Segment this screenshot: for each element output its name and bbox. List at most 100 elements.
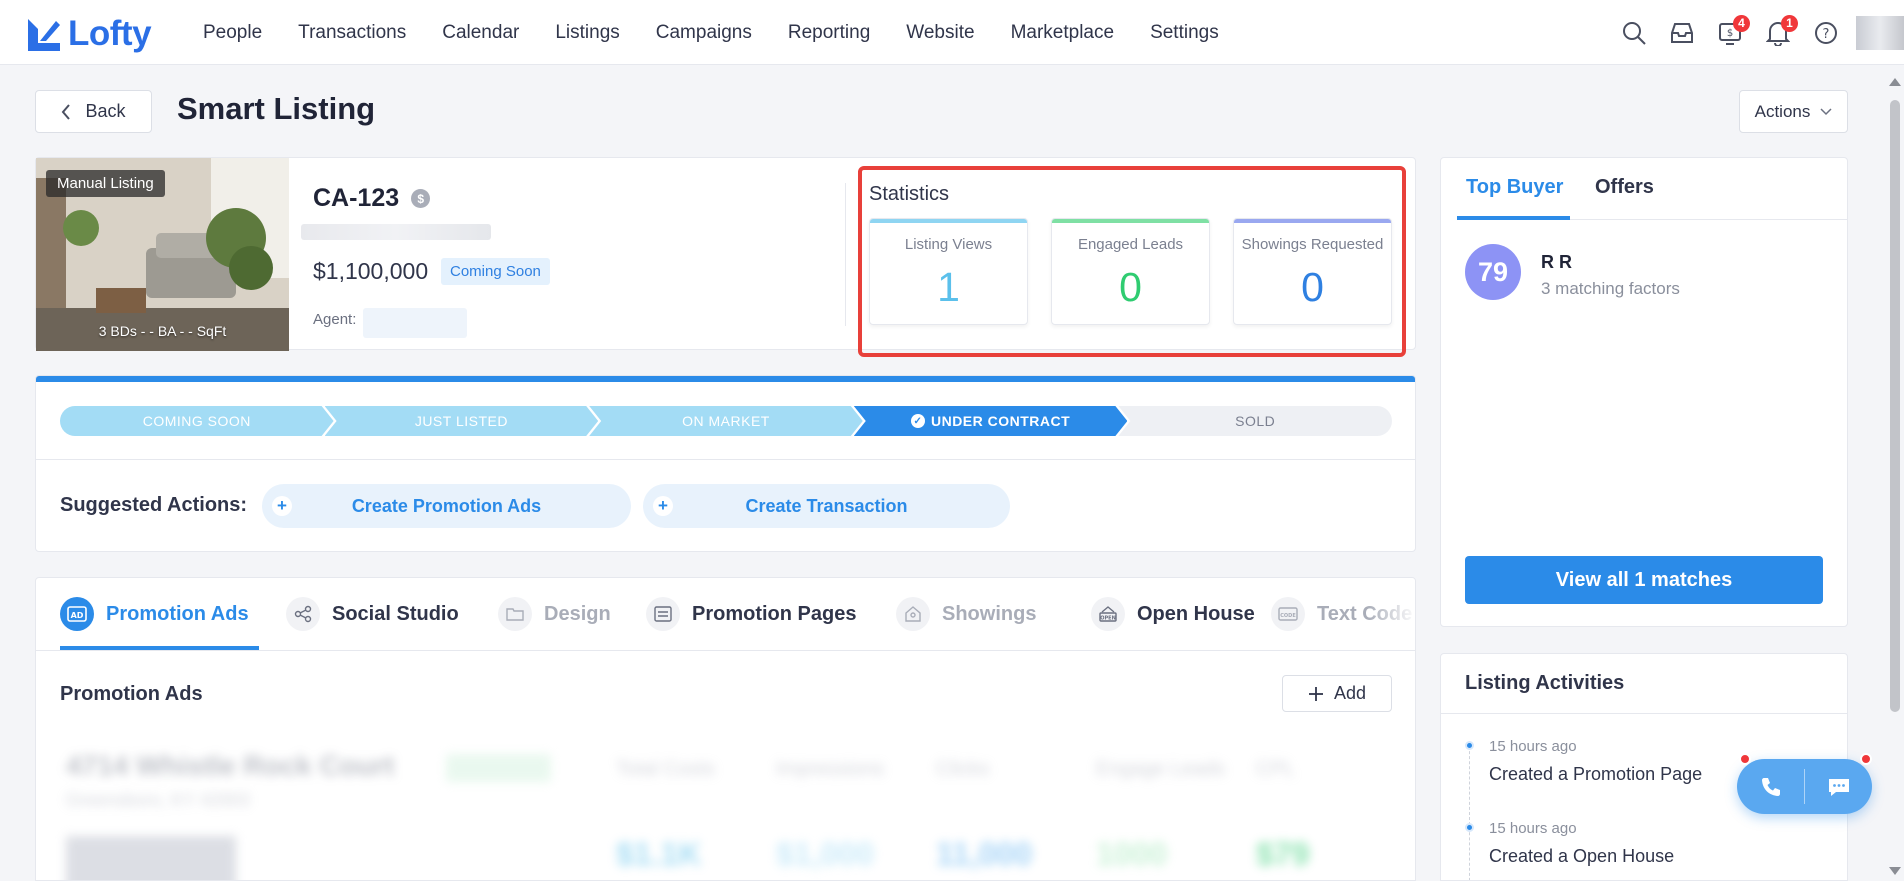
nav-transactions[interactable]: Transactions [298,22,406,44]
tab-top-buyer[interactable]: Top Buyer [1466,176,1563,199]
chevron-down-icon [1820,107,1832,115]
phone-button[interactable] [1737,753,1804,814]
share-icon [286,597,320,631]
stage-label: JUST LISTED [414,413,508,429]
tab-showings[interactable]: Showings [896,594,1036,634]
plus-icon: + [653,496,673,516]
progress-top-bar [36,376,1415,382]
scroll-down-arrow-icon[interactable] [1889,867,1901,875]
plus-icon: + [272,496,292,516]
dollar-icon: $ [411,189,431,208]
col-cpl: CPL [1256,758,1295,780]
tab-social-studio[interactable]: Social Studio [286,594,459,634]
nav-campaigns[interactable]: Campaigns [656,22,752,44]
suggested-actions-label: Suggested Actions: [60,494,248,516]
stage-label: COMING SOON [142,413,251,429]
lofty-logo-text: Lofty [68,14,152,53]
code-icon: CODE [1271,597,1305,631]
open-sign-icon: OPEN [1091,597,1125,631]
bell-icon[interactable]: 1 [1754,9,1802,57]
nav-marketplace[interactable]: Marketplace [1011,22,1115,44]
tasks-icon[interactable]: $ 4 [1706,9,1754,57]
scroll-up-arrow-icon[interactable] [1889,78,1901,86]
listing-id-text: CA-123 [313,184,400,212]
tab-promotion-pages[interactable]: Promotion Pages [646,594,856,634]
scrollbar-thumb[interactable] [1890,100,1900,712]
inbox-icon[interactable] [1658,9,1706,57]
actions-dropdown[interactable]: Actions [1739,90,1848,133]
stage-label: ON MARKET [682,413,770,429]
tab-label: Showings [942,602,1037,625]
check-icon: ✓ [911,414,925,428]
manual-listing-tag: Manual Listing [46,170,165,197]
marketing-tabs-card: AD Promotion Ads Social Studio Design Pr… [35,577,1416,881]
active-tab-underline [60,646,259,650]
chat-button[interactable] [1805,753,1872,814]
stage-label: SOLD [1235,413,1276,429]
floating-contact-widget [1737,753,1872,814]
chat-icon [1828,778,1849,796]
nav-calendar[interactable]: Calendar [442,22,519,44]
stage-coming-soon[interactable]: COMING SOON [60,406,334,436]
page-scrollbar[interactable] [1886,72,1904,881]
tab-promotion-ads[interactable]: AD Promotion Ads [60,594,249,634]
view-all-matches-button[interactable]: View all 1 matches [1465,556,1823,604]
stage-under-contract[interactable]: ✓ UNDER CONTRACT [854,406,1128,436]
svg-text:?: ? [1823,27,1830,42]
add-promotion-ad-button[interactable]: Add [1282,675,1392,712]
phone-icon [1761,777,1780,796]
tab-label: Open House [1137,602,1255,625]
create-promotion-ads-label: Create Promotion Ads [351,495,542,516]
buyer-name[interactable]: R R [1541,252,1572,273]
tab-offers[interactable]: Offers [1595,176,1654,199]
progress-divider [36,459,1415,460]
promotion-ad-row-blurred[interactable]: 4714 Whistle Rock Court Greensboro, KY 4… [46,736,1406,880]
nav-website[interactable]: Website [906,22,974,44]
phone-notification-dot [1739,753,1751,765]
listing-address-redacted [301,224,491,240]
main-nav: People Transactions Calendar Listings Ca… [203,0,1255,65]
tab-label: Promotion Ads [106,602,249,625]
help-icon[interactable]: ? [1802,9,1850,57]
ad-city: Greensboro, KY 42003 [66,790,250,810]
col-clicks: Clicks [936,758,990,780]
chevron-left-icon [62,103,71,120]
plus-icon [1308,686,1323,701]
search-icon[interactable] [1610,9,1658,57]
activities-divider [1441,713,1847,714]
back-button[interactable]: Back [35,90,152,133]
stage-just-listed[interactable]: JUST LISTED [325,406,599,436]
timeline-dot [1465,741,1474,750]
stage-on-market[interactable]: ON MARKET [589,406,863,436]
val-clicks: 11,000 [936,836,1033,872]
create-promotion-ads-button[interactable]: + Create Promotion Ads [262,484,631,528]
nav-reporting[interactable]: Reporting [788,22,870,44]
stage-track: COMING SOON JUST LISTED ON MARKET ✓ UNDER… [60,406,1392,436]
col-total-costs: Total Costs [616,758,715,780]
actions-label: Actions [1754,101,1811,121]
ad-address: 4714 Whistle Rock Court [66,750,395,781]
nav-settings[interactable]: Settings [1150,22,1219,44]
tab-open-house[interactable]: OPEN Open House [1091,594,1255,634]
listing-specs: 3 BDs - - BA - - SqFt [98,323,227,339]
tab-design[interactable]: Design [498,594,611,634]
tasks-badge: 4 [1733,14,1750,32]
nav-listings[interactable]: Listings [555,22,619,44]
create-transaction-button[interactable]: + Create Transaction [643,484,1010,528]
marketing-tab-bar: AD Promotion Ads Social Studio Design Pr… [36,578,1415,651]
back-label: Back [85,101,126,121]
create-transaction-label: Create Transaction [745,495,908,516]
listing-photo[interactable]: Manual Listing 3 BDs - - BA - - SqFt [36,158,289,351]
bell-badge: 1 [1781,14,1798,32]
activity-time: 15 hours ago [1489,820,1577,837]
stage-label: UNDER CONTRACT [930,413,1071,429]
stage-sold[interactable]: SOLD [1118,406,1392,436]
lofty-logo[interactable]: Lofty [26,14,152,54]
buyer-matching-factors: 3 matching factors [1541,279,1680,298]
listing-status-badge: Coming Soon [441,258,550,285]
user-avatar[interactable] [1856,15,1904,50]
folder-icon [498,597,532,631]
nav-people[interactable]: People [203,22,262,44]
tab-label: Social Studio [332,602,459,625]
agent-name-redacted[interactable] [363,308,467,338]
